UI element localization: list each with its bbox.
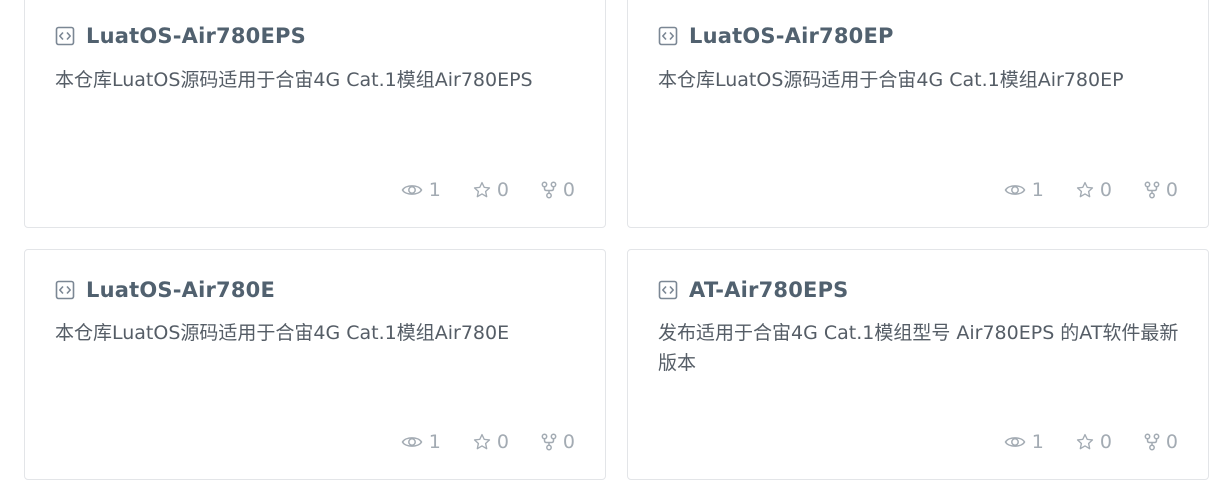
repo-card[interactable]: LuatOS-Air780EPS 本仓库LuatOS源码适用于合宙4G Cat.… <box>24 0 606 228</box>
repo-stats: 1 0 0 <box>1004 179 1178 201</box>
repo-description: 本仓库LuatOS源码适用于合宙4G Cat.1模组Air780EP <box>658 69 1124 91</box>
repo-name[interactable]: LuatOS-Air780E <box>86 278 275 302</box>
eye-icon <box>401 437 423 447</box>
watchers-count: 1 <box>428 431 441 453</box>
code-repo-icon <box>658 280 678 300</box>
watchers-stat[interactable]: 1 <box>401 431 441 453</box>
repo-stats: 1 0 0 <box>401 431 575 453</box>
repo-card[interactable]: LuatOS-Air780EP 本仓库LuatOS源码适用于合宙4G Cat.1… <box>627 0 1209 228</box>
repo-description: 本仓库LuatOS源码适用于合宙4G Cat.1模组Air780E <box>55 322 510 344</box>
fork-icon <box>1144 181 1160 199</box>
repo-title-link[interactable]: AT-Air780EPS <box>658 277 848 303</box>
stars-count: 0 <box>1099 431 1112 453</box>
stars-stat[interactable]: 0 <box>1076 179 1112 201</box>
watchers-count: 1 <box>1031 431 1044 453</box>
repo-grid: LuatOS-Air780EPS 本仓库LuatOS源码适用于合宙4G Cat.… <box>0 0 1212 487</box>
watchers-stat[interactable]: 1 <box>401 179 441 201</box>
stars-count: 0 <box>496 179 509 201</box>
repo-stats: 1 0 0 <box>401 179 575 201</box>
forks-stat[interactable]: 0 <box>541 179 575 201</box>
forks-count: 0 <box>562 431 575 453</box>
watchers-count: 1 <box>1031 179 1044 201</box>
stars-stat[interactable]: 0 <box>1076 431 1112 453</box>
fork-icon <box>1144 433 1160 451</box>
code-repo-icon <box>658 26 678 46</box>
stars-stat[interactable]: 0 <box>473 431 509 453</box>
code-repo-icon <box>55 280 75 300</box>
repo-title-link[interactable]: LuatOS-Air780EP <box>658 23 894 49</box>
repo-description: 发布适用于合宙4G Cat.1模组型号 Air780EPS 的AT软件最新版本 <box>658 322 1179 374</box>
watchers-stat[interactable]: 1 <box>1004 431 1044 453</box>
star-icon <box>1076 433 1093 450</box>
repo-stats: 1 0 0 <box>1004 431 1178 453</box>
forks-count: 0 <box>1165 179 1178 201</box>
stars-stat[interactable]: 0 <box>473 179 509 201</box>
stars-count: 0 <box>496 431 509 453</box>
fork-icon <box>541 181 557 199</box>
forks-stat[interactable]: 0 <box>541 431 575 453</box>
repo-card[interactable]: LuatOS-Air780E 本仓库LuatOS源码适用于合宙4G Cat.1模… <box>24 249 606 480</box>
star-icon <box>473 181 490 198</box>
eye-icon <box>1004 437 1026 447</box>
repo-title-link[interactable]: LuatOS-Air780EPS <box>55 23 306 49</box>
star-icon <box>1076 181 1093 198</box>
forks-count: 0 <box>1165 431 1178 453</box>
stars-count: 0 <box>1099 179 1112 201</box>
repo-card[interactable]: AT-Air780EPS 发布适用于合宙4G Cat.1模组型号 Air780E… <box>627 249 1209 480</box>
repo-name[interactable]: AT-Air780EPS <box>689 278 848 302</box>
repo-name[interactable]: LuatOS-Air780EPS <box>86 24 306 48</box>
forks-stat[interactable]: 0 <box>1144 179 1178 201</box>
watchers-count: 1 <box>428 179 441 201</box>
forks-stat[interactable]: 0 <box>1144 431 1178 453</box>
code-repo-icon <box>55 26 75 46</box>
repo-name[interactable]: LuatOS-Air780EP <box>689 24 894 48</box>
star-icon <box>473 433 490 450</box>
repo-title-link[interactable]: LuatOS-Air780E <box>55 277 275 303</box>
eye-icon <box>1004 185 1026 195</box>
repo-description: 本仓库LuatOS源码适用于合宙4G Cat.1模组Air780EPS <box>55 69 533 91</box>
eye-icon <box>401 185 423 195</box>
fork-icon <box>541 433 557 451</box>
forks-count: 0 <box>562 179 575 201</box>
watchers-stat[interactable]: 1 <box>1004 179 1044 201</box>
